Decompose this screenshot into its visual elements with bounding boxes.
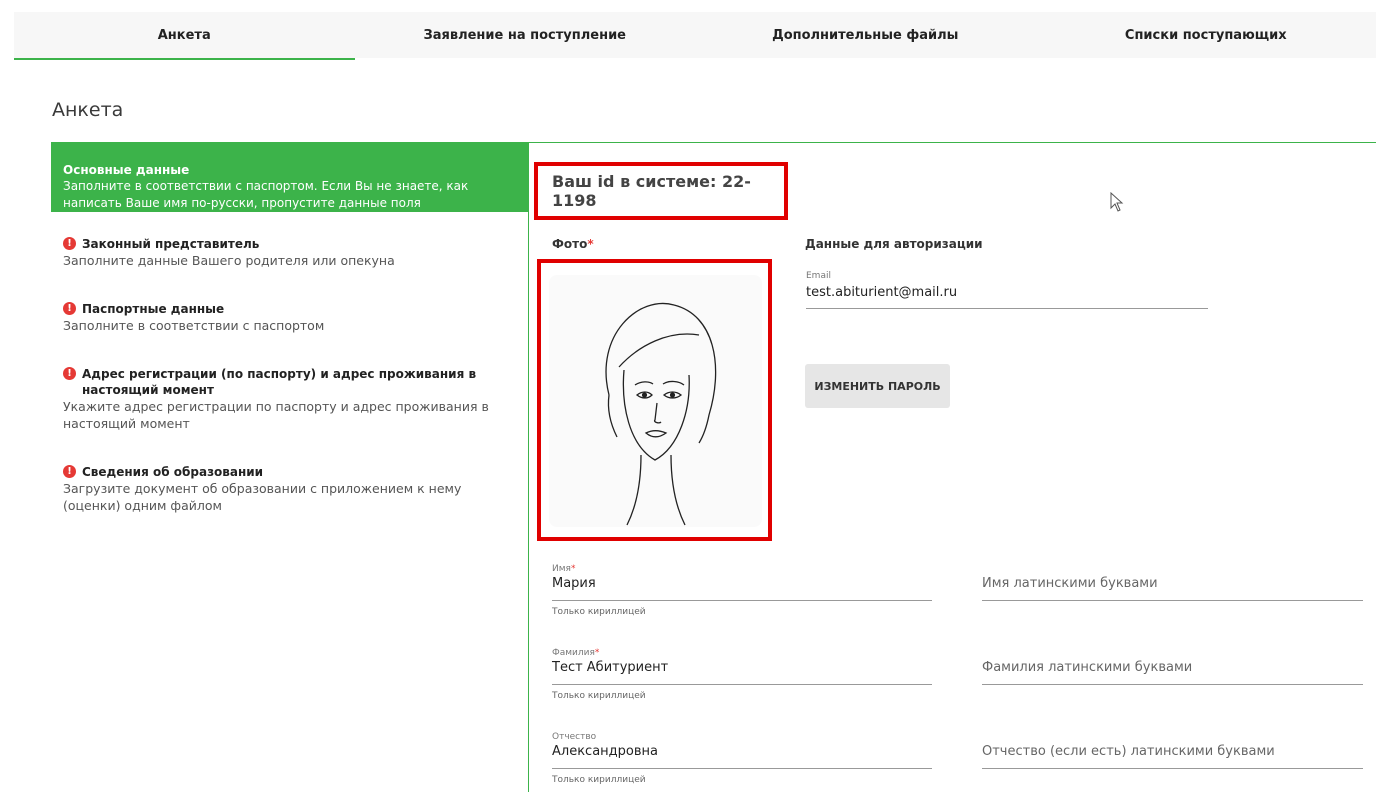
warning-icon: !	[63, 367, 76, 380]
last-name-label: Фамилия*	[552, 648, 600, 658]
email-label: Email	[806, 271, 831, 281]
patronymic-latin-field[interactable]: Отчество (если есть) латинскими буквами	[982, 744, 1363, 769]
mouse-cursor-icon	[1110, 192, 1124, 212]
tab-additional-files[interactable]: Дополнительные файлы	[695, 12, 1036, 58]
sidebar-item-address[interactable]: ! Адрес регистрации (по паспорту) и адрес…	[51, 366, 529, 432]
sidebar-item-title: Сведения об образовании	[82, 465, 264, 479]
sidebar-item-desc: Заполните в соответствии с паспортом	[63, 318, 325, 333]
sidebar-item-desc: Заполните в соответствии с паспортом. Ес…	[63, 179, 469, 210]
sidebar: Основные данные Заполните в соответствии…	[51, 142, 529, 546]
last-name-field[interactable]: Тест Абитуриент	[552, 660, 932, 685]
last-name-hint: Только кириллицей	[552, 691, 646, 701]
sidebar-item-title: Адрес регистрации (по паспорту) и адрес …	[82, 367, 477, 397]
email-field[interactable]: test.abiturient@mail.ru	[806, 285, 1208, 309]
first-name-latin-field[interactable]: Имя латинскими буквами	[982, 576, 1363, 601]
change-password-button[interactable]: ИЗМЕНИТЬ ПАРОЛЬ	[805, 364, 950, 408]
warning-icon: !	[63, 302, 76, 315]
sidebar-item-legal-representative[interactable]: ! Законный представитель Заполните данные…	[51, 236, 529, 269]
first-name-group: Имя* Мария Только кириллицей	[552, 564, 932, 617]
patronymic-latin-group: Отчество (если есть) латинскими буквами	[982, 744, 1363, 769]
sidebar-item-desc: Заполните данные Вашего родителя или опе…	[63, 253, 395, 268]
patronymic-label: Отчество	[552, 732, 597, 742]
first-name-hint: Только кириллицей	[552, 607, 646, 617]
tab-anketa[interactable]: Анкета	[14, 12, 355, 60]
photo-upload[interactable]	[537, 259, 772, 541]
sidebar-item-education[interactable]: ! Сведения об образовании Загрузите докум…	[51, 464, 529, 514]
patronymic-field[interactable]: Александровна	[552, 744, 932, 769]
top-tabs: Анкета Заявление на поступление Дополнит…	[14, 12, 1376, 60]
patronymic-hint: Только кириллицей	[552, 775, 646, 785]
last-name-latin-field[interactable]: Фамилия латинскими буквами	[982, 660, 1363, 685]
sidebar-item-desc: Загрузите документ об образовании с прил…	[63, 481, 462, 513]
tab-application[interactable]: Заявление на поступление	[355, 12, 696, 58]
page-title: Анкета	[52, 99, 124, 121]
sidebar-item-title: Паспортные данные	[82, 302, 225, 316]
warning-icon: !	[63, 465, 76, 478]
first-name-field[interactable]: Мария	[552, 576, 932, 601]
sidebar-item-title: Законный представитель	[82, 237, 260, 251]
system-id: Ваш id в системе: 22-1198	[534, 162, 788, 220]
sidebar-item-desc: Укажите адрес регистрации по паспорту и …	[63, 399, 489, 431]
sidebar-item-title: Основные данные	[63, 163, 190, 177]
patronymic-group: Отчество Александровна Только кириллицей	[552, 732, 932, 785]
warning-icon: !	[63, 237, 76, 250]
face-portrait-icon	[549, 275, 762, 527]
last-name-latin-group: Фамилия латинскими буквами	[982, 660, 1363, 685]
first-name-latin-group: Имя латинскими буквами	[982, 576, 1363, 601]
tab-applicant-lists[interactable]: Списки поступающих	[1036, 12, 1376, 58]
last-name-group: Фамилия* Тест Абитуриент Только кириллиц…	[552, 648, 932, 701]
photo-label: Фото*	[552, 237, 594, 251]
sidebar-item-passport[interactable]: ! Паспортные данные Заполните в соответст…	[51, 301, 529, 334]
auth-data-title: Данные для авторизации	[805, 237, 983, 251]
first-name-label: Имя*	[552, 564, 576, 574]
sidebar-item-basic-data[interactable]: Основные данные Заполните в соответствии…	[51, 142, 529, 212]
